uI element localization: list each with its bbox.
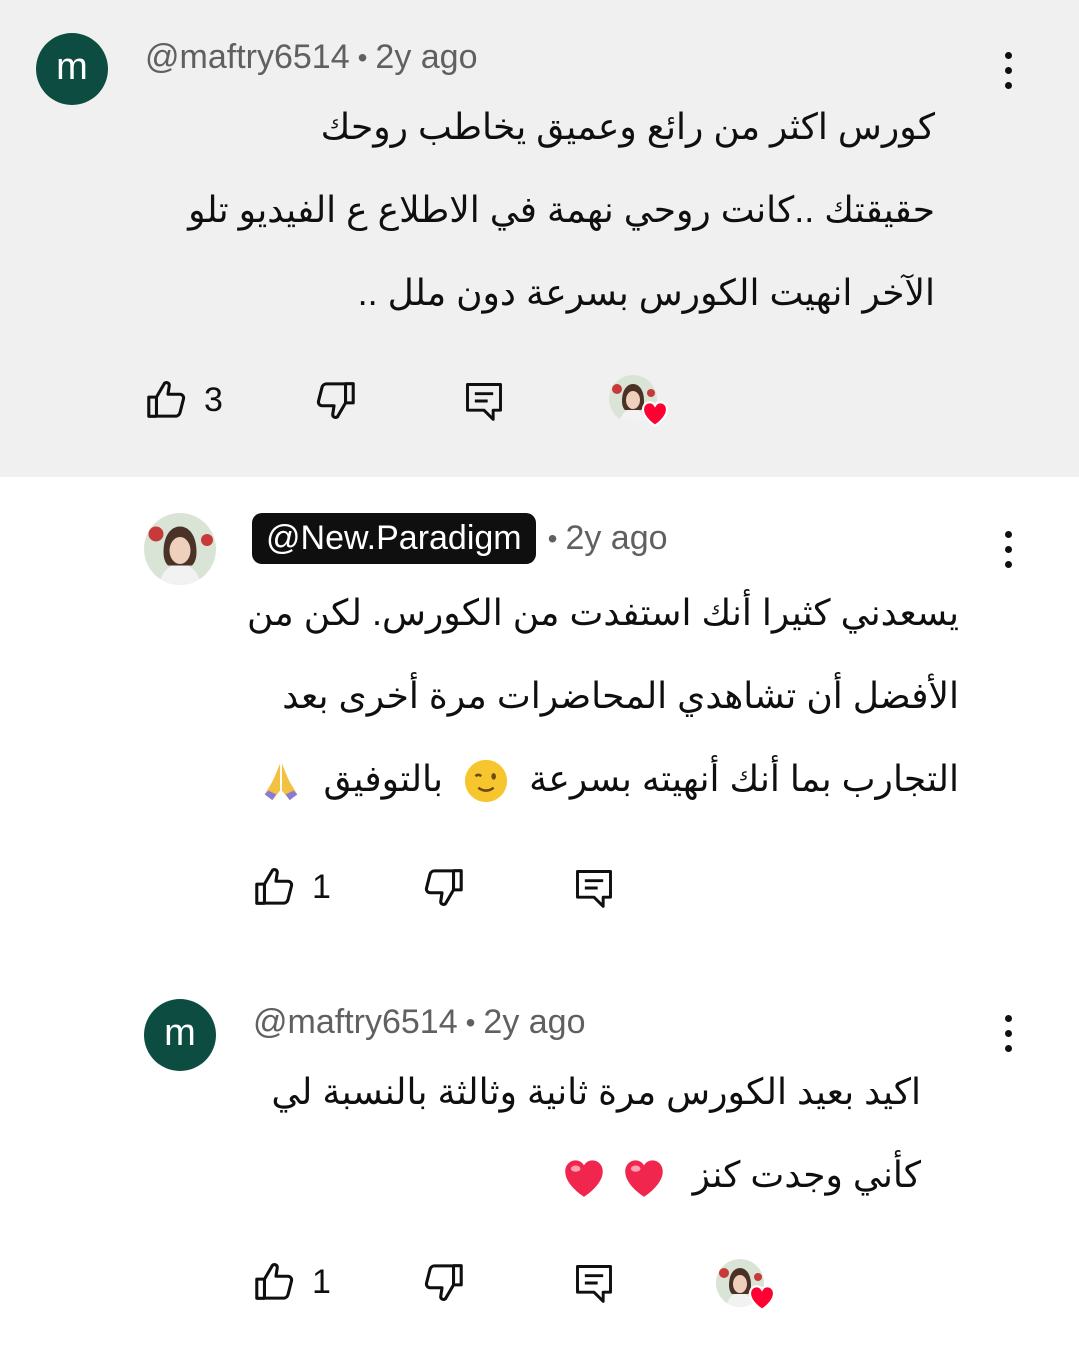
reply-button[interactable]	[572, 1259, 616, 1307]
comment-time: 2y ago	[483, 1003, 586, 1041]
thumbs-up-icon	[144, 377, 190, 423]
comment-meta: @maftry6514 • 2y ago	[145, 38, 478, 77]
comment-3: m @maftry6514 • 2y ago اكيد بعيد الكورس …	[0, 947, 1079, 1348]
creator-handle-badge[interactable]: @New.Paradigm	[252, 513, 536, 564]
comment-time: 2y ago	[565, 519, 668, 557]
more-vert-icon[interactable]	[988, 519, 1028, 579]
comment-meta: @maftry6514 • 2y ago	[253, 1003, 586, 1042]
like-button[interactable]: 3	[144, 377, 223, 423]
heart-icon	[639, 397, 671, 429]
like-count: 3	[204, 380, 223, 419]
thumbs-down-icon	[420, 1259, 466, 1305]
comment-meta: @New.Paradigm • 2y ago	[252, 513, 668, 564]
comment-1: m @maftry6514 • 2y ago كورس اكثر من رائع…	[0, 0, 1079, 477]
thumbs-up-icon	[252, 864, 298, 910]
comment-text: كورس اكثر من رائع وعميق يخاطب روحك حقيقت…	[188, 106, 935, 313]
heart-icon	[746, 1281, 778, 1313]
thumbs-up-icon	[252, 1259, 298, 1305]
thumbs-down-icon	[420, 864, 466, 910]
comment-text: يسعدني كثيرا أنك استفدت من الكورس. لكن م…	[159, 571, 959, 820]
more-vert-icon[interactable]	[988, 1003, 1028, 1063]
thumbs-down-icon	[312, 377, 358, 423]
like-count: 1	[312, 1262, 331, 1301]
reply-icon	[572, 864, 616, 912]
comment-actions: 3	[144, 377, 704, 437]
dislike-button[interactable]	[420, 1259, 466, 1305]
heart-emoji-icon	[564, 1160, 603, 1198]
comment-time: 2y ago	[375, 38, 478, 76]
winking-face-emoji-icon	[464, 760, 508, 803]
comment-text: اكيد بعيد الكورس مرة ثانية وثالثة بالنسب…	[121, 1050, 921, 1216]
author-handle[interactable]: @maftry6514	[253, 1003, 458, 1042]
like-button[interactable]: 1	[252, 864, 331, 910]
comment-2: @New.Paradigm • 2y ago يسعدني كثيرا أنك …	[0, 477, 1079, 947]
creator-heart-badge	[609, 375, 671, 437]
more-vert-icon[interactable]	[988, 40, 1028, 100]
comment-actions: 1	[252, 1259, 812, 1319]
reply-button[interactable]	[572, 864, 616, 912]
reply-icon	[572, 1259, 616, 1307]
reply-icon	[462, 377, 506, 425]
creator-heart-badge	[716, 1259, 778, 1321]
dislike-button[interactable]	[420, 864, 466, 910]
folded-hands-emoji-icon	[264, 764, 297, 801]
heart-emoji-icon	[624, 1160, 663, 1198]
like-count: 1	[312, 867, 331, 906]
like-button[interactable]: 1	[252, 1259, 331, 1305]
author-handle[interactable]: @maftry6514	[145, 38, 350, 77]
comment-actions: 1	[252, 864, 672, 924]
dislike-button[interactable]	[312, 377, 358, 423]
reply-button[interactable]	[462, 377, 506, 425]
